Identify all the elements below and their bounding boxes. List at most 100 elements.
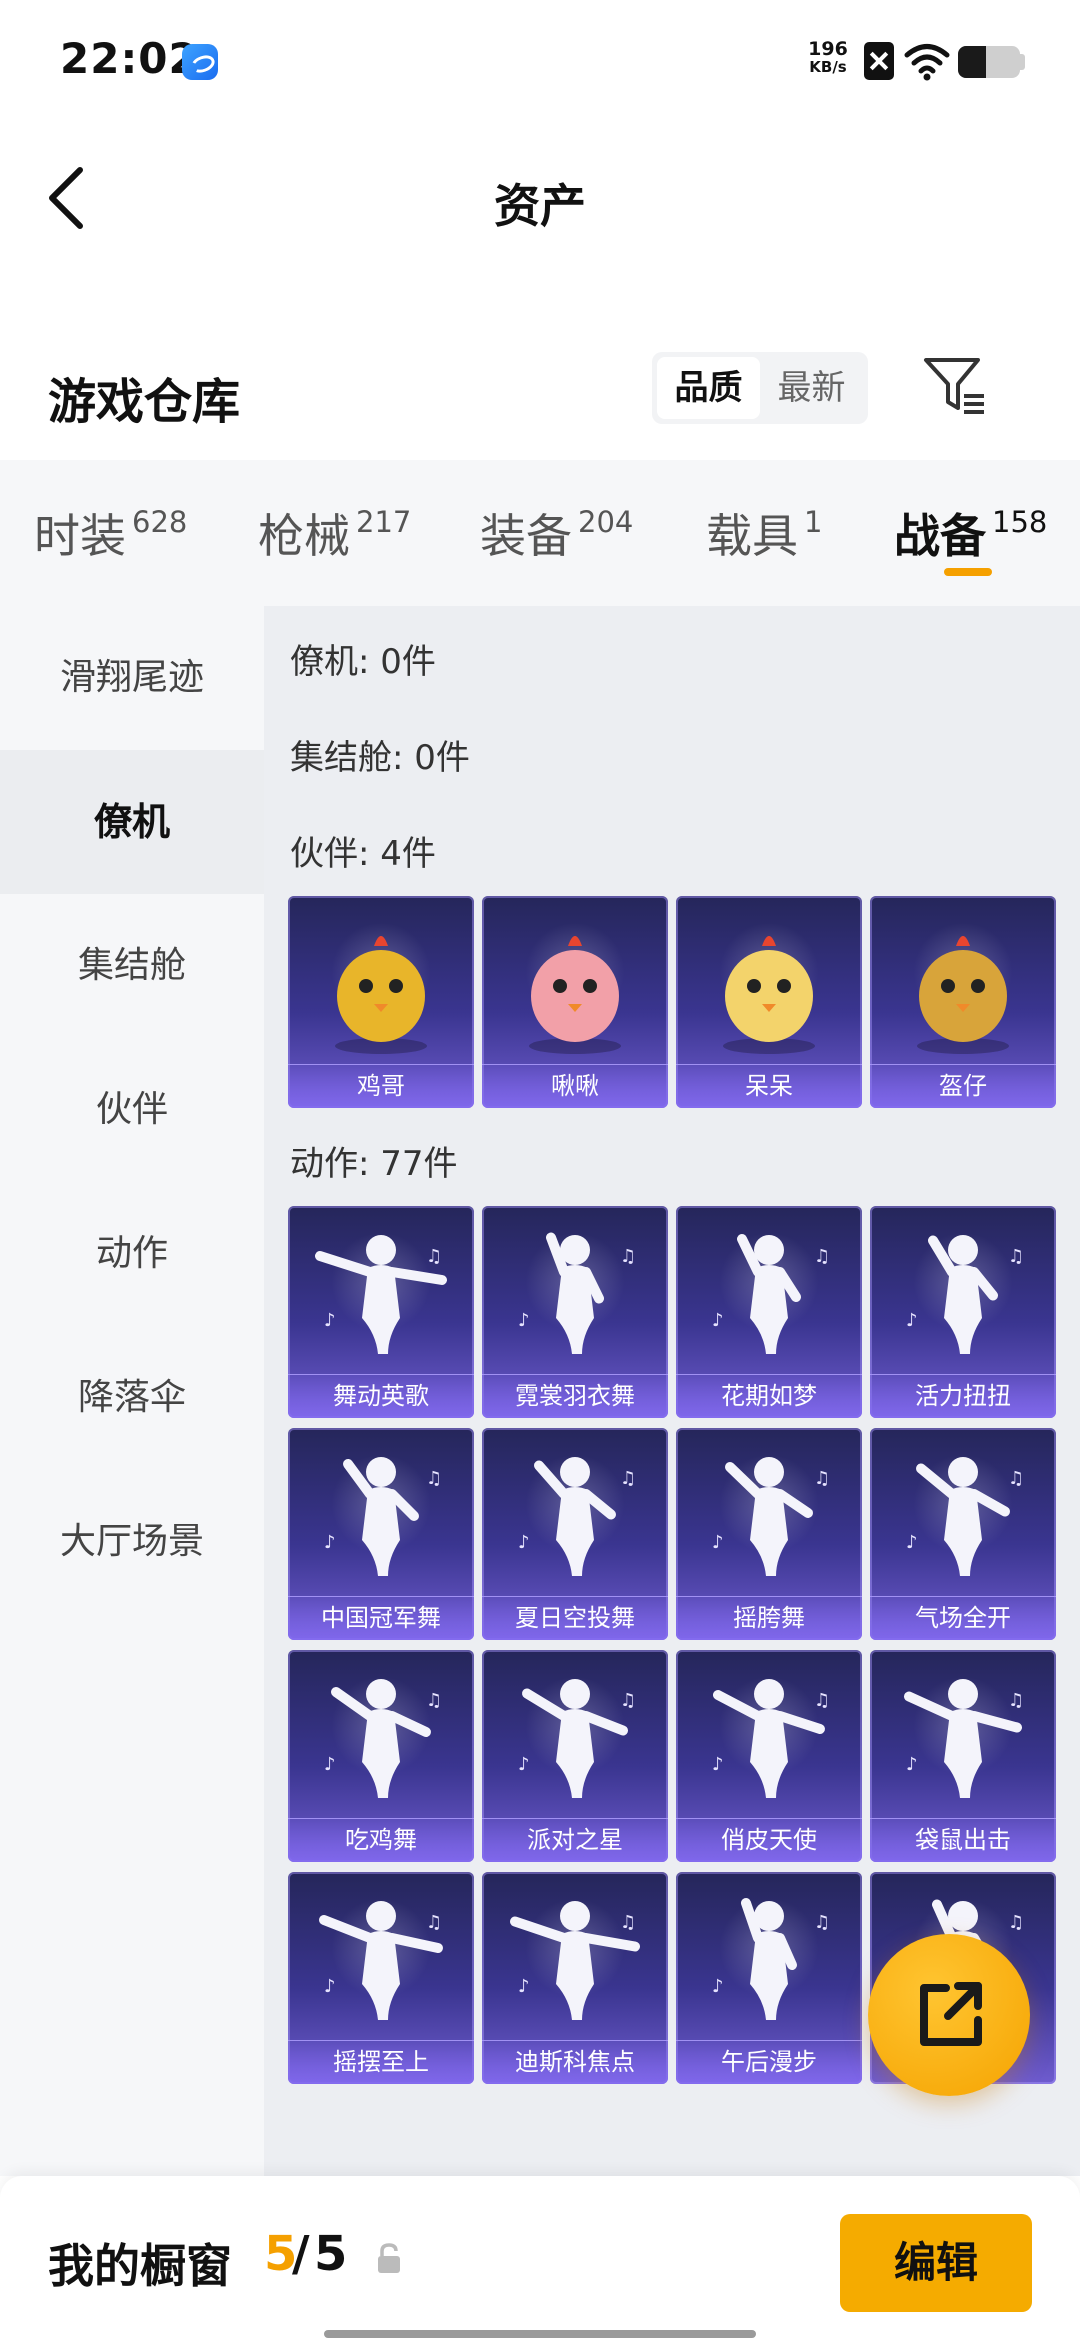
dance-figure-icon: ♪♫ bbox=[712, 1898, 830, 2020]
tab-label: 时装 bbox=[34, 509, 126, 563]
partner-card[interactable]: 呆呆 bbox=[676, 896, 862, 1108]
action-name: 袋鼠出击 bbox=[870, 1818, 1056, 1862]
battery-cap bbox=[1020, 54, 1025, 70]
edit-button[interactable]: 编辑 bbox=[840, 2214, 1032, 2312]
sidebar-item-assembly-pod[interactable]: 集结舱 bbox=[0, 894, 264, 1038]
share-icon bbox=[920, 1982, 982, 2046]
tab-label: 战备 bbox=[894, 509, 986, 563]
svg-text:♫: ♫ bbox=[620, 1912, 636, 1933]
dance-figure-icon: ♪♫ bbox=[518, 1679, 636, 1798]
action-card[interactable]: ♪ ♫ 摇摆至上 bbox=[288, 1872, 474, 2084]
action-name: 气场全开 bbox=[870, 1596, 1056, 1640]
partner-name: 啾啾 bbox=[482, 1064, 668, 1108]
group-label-wingman: 僚机: 0件 bbox=[290, 642, 436, 682]
svg-text:♪: ♪ bbox=[518, 1976, 530, 1997]
group-label-partners: 伙伴: 4件 bbox=[290, 834, 436, 874]
action-name: 俏皮天使 bbox=[676, 1818, 862, 1862]
partner-figure-icon bbox=[529, 936, 621, 1054]
partner-name: 盔仔 bbox=[870, 1064, 1056, 1108]
sidebar-item-partners[interactable]: 伙伴 bbox=[0, 1038, 264, 1182]
action-card[interactable]: ♪ ♫ 花期如梦 bbox=[676, 1206, 862, 1418]
action-card[interactable]: ♪ ♫ 舞动英歌 bbox=[288, 1206, 474, 1418]
sidebar-item-glide-trail[interactable]: 滑翔尾迹 bbox=[0, 606, 264, 750]
battery-icon bbox=[958, 46, 1020, 78]
svg-text:♪: ♪ bbox=[518, 1310, 530, 1331]
action-name: 摇胯舞 bbox=[676, 1596, 862, 1640]
svg-text:♫: ♫ bbox=[426, 1690, 442, 1711]
tab-label: 枪械 bbox=[258, 509, 350, 563]
svg-text:♪: ♪ bbox=[712, 1976, 724, 1997]
tab-weapons[interactable]: 枪械 217 bbox=[258, 500, 411, 566]
svg-text:♫: ♫ bbox=[620, 1246, 636, 1267]
sidebar-item-wingman[interactable]: 僚机 bbox=[0, 750, 264, 894]
dance-figure-icon: ♪♫ bbox=[518, 1232, 636, 1354]
action-name: 夏日空投舞 bbox=[482, 1596, 668, 1640]
sidebar-item-actions[interactable]: 动作 bbox=[0, 1182, 264, 1326]
tab-label: 载具 bbox=[706, 509, 798, 563]
action-name: 派对之星 bbox=[482, 1818, 668, 1862]
action-name: 迪斯科焦点 bbox=[482, 2040, 668, 2084]
action-name: 霓裳羽衣舞 bbox=[482, 1374, 668, 1418]
action-card[interactable]: ♪ ♫ 迪斯科焦点 bbox=[482, 1872, 668, 2084]
active-tab-indicator bbox=[944, 568, 992, 576]
group-label-actions: 动作: 77件 bbox=[290, 1144, 458, 1184]
svg-text:♫: ♫ bbox=[1008, 1246, 1024, 1267]
action-card[interactable]: ♪ ♫ 气场全开 bbox=[870, 1428, 1056, 1640]
dance-figure-icon: ♪♫ bbox=[315, 1235, 447, 1354]
action-card[interactable]: ♪ ♫ 俏皮天使 bbox=[676, 1650, 862, 1862]
action-name: 舞动英歌 bbox=[288, 1374, 474, 1418]
share-button[interactable] bbox=[868, 1934, 1030, 2096]
group-label-assembly: 集结舱: 0件 bbox=[290, 738, 470, 778]
svg-text:♪: ♪ bbox=[324, 1754, 336, 1775]
svg-text:♫: ♫ bbox=[426, 1912, 442, 1933]
svg-text:♪: ♪ bbox=[712, 1310, 724, 1331]
svg-text:♪: ♪ bbox=[324, 1532, 336, 1553]
sort-option-quality[interactable]: 品质 bbox=[657, 357, 760, 419]
battery-level bbox=[958, 46, 986, 78]
tab-equipment[interactable]: 装备 204 bbox=[480, 500, 633, 566]
sidebar-item-lobby-scene[interactable]: 大厅场景 bbox=[0, 1470, 264, 1614]
status-time: 22:02 bbox=[60, 34, 199, 83]
tab-fashion[interactable]: 时装 628 bbox=[34, 500, 187, 566]
dance-figure-icon: ♪♫ bbox=[324, 1457, 442, 1576]
dance-figure-icon: ♪♫ bbox=[906, 1457, 1024, 1576]
action-name: 吃鸡舞 bbox=[288, 1818, 474, 1862]
svg-text:♪: ♪ bbox=[906, 1310, 918, 1331]
action-card[interactable]: ♪ ♫ 霓裳羽衣舞 bbox=[482, 1206, 668, 1418]
showcase-bar: 我的橱窗 5 / 5 编辑 bbox=[0, 2176, 1080, 2344]
showcase-separator: / bbox=[292, 2226, 310, 2282]
sort-option-newest[interactable]: 最新 bbox=[760, 357, 863, 419]
action-card[interactable]: ♪ ♫ 吃鸡舞 bbox=[288, 1650, 474, 1862]
partner-card[interactable]: 盔仔 bbox=[870, 896, 1056, 1108]
svg-text:♫: ♫ bbox=[1008, 1468, 1024, 1489]
action-card[interactable]: ♪ ♫ 中国冠军舞 bbox=[288, 1428, 474, 1640]
tab-count: 204 bbox=[578, 505, 634, 539]
tab-battle-prep[interactable]: 战备 158 bbox=[894, 500, 1047, 566]
partner-card[interactable]: 鸡哥 bbox=[288, 896, 474, 1108]
tab-count: 1 bbox=[804, 505, 823, 539]
filter-icon[interactable] bbox=[920, 352, 988, 420]
action-card[interactable]: ♪ ♫ 摇胯舞 bbox=[676, 1428, 862, 1640]
action-card[interactable]: ♪ ♫ 活力扭扭 bbox=[870, 1206, 1056, 1418]
action-card[interactable]: ♪ ♫ 夏日空投舞 bbox=[482, 1428, 668, 1640]
tab-vehicles[interactable]: 载具 1 bbox=[706, 500, 822, 566]
svg-text:♪: ♪ bbox=[324, 1976, 336, 1997]
showcase-label: 我的橱窗 bbox=[48, 2239, 232, 2293]
action-card[interactable]: ♪ ♫ 午后漫步 bbox=[676, 1872, 862, 2084]
partner-name: 呆呆 bbox=[676, 1064, 862, 1108]
partner-card[interactable]: 啾啾 bbox=[482, 896, 668, 1108]
svg-text:♫: ♫ bbox=[814, 1468, 830, 1489]
svg-text:♪: ♪ bbox=[324, 1310, 336, 1331]
svg-text:♫: ♫ bbox=[620, 1690, 636, 1711]
status-bar: 22:02 196 KB/s bbox=[0, 0, 1080, 120]
action-card[interactable]: ♪ ♫ 袋鼠出击 bbox=[870, 1650, 1056, 1862]
dance-figure-icon: ♪♫ bbox=[324, 1679, 442, 1798]
svg-text:♫: ♫ bbox=[1008, 1912, 1024, 1933]
tab-count: 628 bbox=[132, 505, 188, 539]
svg-text:♪: ♪ bbox=[712, 1532, 724, 1553]
dance-figure-icon: ♪♫ bbox=[712, 1234, 830, 1354]
action-name: 摇摆至上 bbox=[288, 2040, 474, 2084]
action-card[interactable]: ♪ ♫ 派对之星 bbox=[482, 1650, 668, 1862]
sidebar-item-parachute[interactable]: 降落伞 bbox=[0, 1326, 264, 1470]
action-name: 中国冠军舞 bbox=[288, 1596, 474, 1640]
